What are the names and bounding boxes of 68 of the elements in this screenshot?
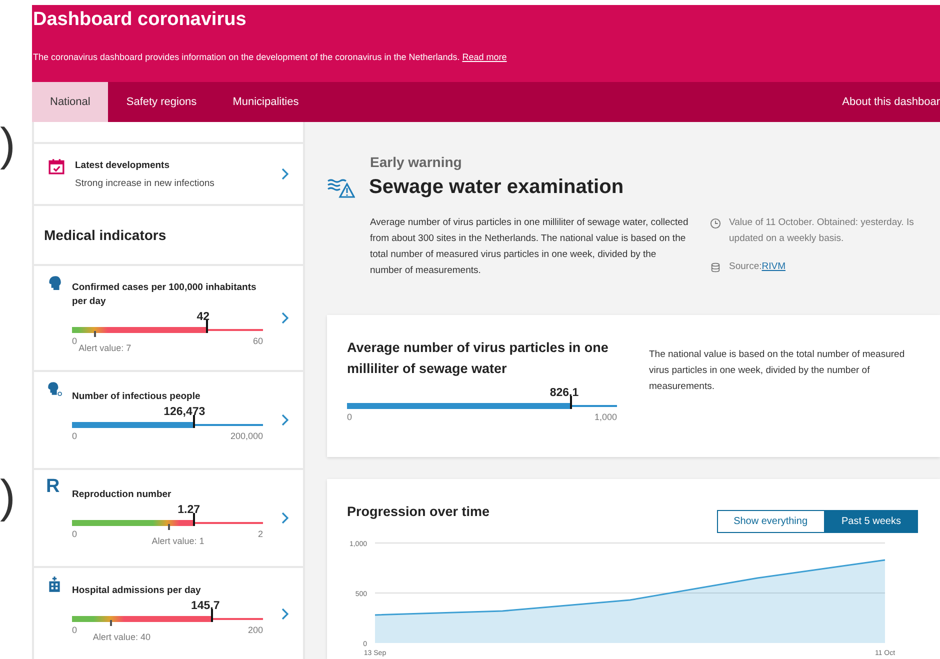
value-marker	[206, 320, 208, 333]
range-toggle[interactable]: Show everything	[716, 510, 825, 533]
scale-min: 0	[72, 431, 78, 441]
chevron-icon	[281, 512, 289, 524]
indicator-value: 42	[196, 311, 210, 323]
about-link[interactable]: About this dashboar	[842, 96, 940, 108]
scale-min: 0	[72, 529, 78, 539]
scale-min: 0	[72, 336, 78, 346]
card-title: Progression over time	[347, 503, 490, 521]
site-title: Dashboard coronavirus	[33, 8, 248, 32]
scale-max: 200	[248, 624, 263, 634]
chevron-icon	[281, 414, 289, 426]
indicator-card[interactable]: Hospital admissions per day 145.7 0 200 Alert value: 40	[34, 568, 303, 659]
eyebrow-text: Early warning	[370, 154, 463, 170]
chevron-icon	[281, 608, 289, 620]
site-description: The coronavirus dashboard provides information on the development of the coronavirus in the Netherlands. Read more	[33, 52, 508, 62]
section-title: Medical indicators	[44, 227, 166, 243]
average-value: 826.1	[550, 387, 579, 399]
indicator-card[interactable]: Number of infectious people 126,473 0 200,000	[34, 372, 303, 468]
value-marker	[193, 513, 196, 526]
scale-min: 0	[72, 624, 78, 634]
source-label: Source:	[729, 260, 762, 274]
alert-label: Alert value: 1	[152, 536, 204, 546]
update-info: Value of 11 October. Obtained: yesterday. Is updated on a weekly basis.	[729, 216, 915, 246]
page-title: Sewage water examination	[369, 176, 624, 199]
range-toggle[interactable]: Past 5 weeks	[824, 510, 918, 533]
scale-max: 1,000	[594, 412, 617, 422]
person-icon	[46, 380, 63, 397]
r-icon: R	[46, 476, 60, 497]
chevron-icon	[281, 168, 289, 180]
indicator-card[interactable]: Confirmed cases per 100,000 inhabitants per day 42 0 60 Alert value: 7	[34, 266, 303, 370]
scale-max: 2	[258, 529, 263, 539]
read-more-link[interactable]: Read more	[462, 52, 507, 62]
database-icon	[710, 262, 721, 273]
scale-max: 200,000	[230, 431, 263, 441]
indicator-title: Confirmed cases per 100,000 inhabitants per day	[72, 281, 258, 309]
water-warning-icon	[327, 178, 355, 198]
value-marker	[570, 396, 572, 409]
head-icon	[46, 274, 63, 291]
alert-label: Alert value: 7	[78, 343, 132, 353]
indicator-card[interactable]: R Reproduction number 1.27 0 2 Alert value: 1	[34, 470, 303, 566]
latest-developments-item[interactable]: Latest developments Strong increase in new infections	[34, 144, 303, 204]
card-title: Average number of virus particles in one milliliter of sewage water	[347, 339, 610, 378]
scale-min: 0	[347, 412, 352, 422]
indicator-title: Hospital admissions per day	[72, 584, 202, 598]
clock-icon	[710, 218, 721, 229]
nav-tab[interactable]: National	[32, 82, 108, 122]
indicator-title: Reproduction number	[72, 488, 172, 502]
chevron-icon	[281, 312, 289, 324]
description-text: Average number of virus particles in one milliliter of sewage water, collected from about 300 sites in the Netherlands. The national value is based on the total number of measured virus particles in one week, divided by the number of measurements.	[370, 216, 690, 278]
indicator-value: 145.7	[191, 600, 220, 612]
scale-max: 60	[252, 336, 263, 346]
value-marker	[192, 415, 195, 428]
source-link[interactable]: RIVM	[762, 259, 786, 275]
item-subtitle: Strong increase in new infections	[75, 178, 216, 189]
nav-tab[interactable]: Safety regions	[108, 82, 215, 122]
card-note: The national value is based on the total number of measured virus particles in one week, divided by the number of measurements.	[649, 348, 906, 394]
edge-glyph: )	[0, 118, 16, 170]
calendar-icon	[48, 158, 65, 175]
indicator-title: Number of infectious people	[72, 390, 202, 404]
indicator-value: 126,473	[164, 406, 206, 418]
item-title: Latest developments	[75, 159, 170, 173]
hospital-icon	[46, 576, 63, 593]
alert-label: Alert value: 40	[92, 632, 150, 642]
indicator-value: 1.27	[178, 504, 200, 516]
value-marker	[211, 608, 214, 622]
edge-glyph: )	[0, 470, 16, 522]
nav-tab[interactable]: Municipalities	[214, 82, 317, 122]
